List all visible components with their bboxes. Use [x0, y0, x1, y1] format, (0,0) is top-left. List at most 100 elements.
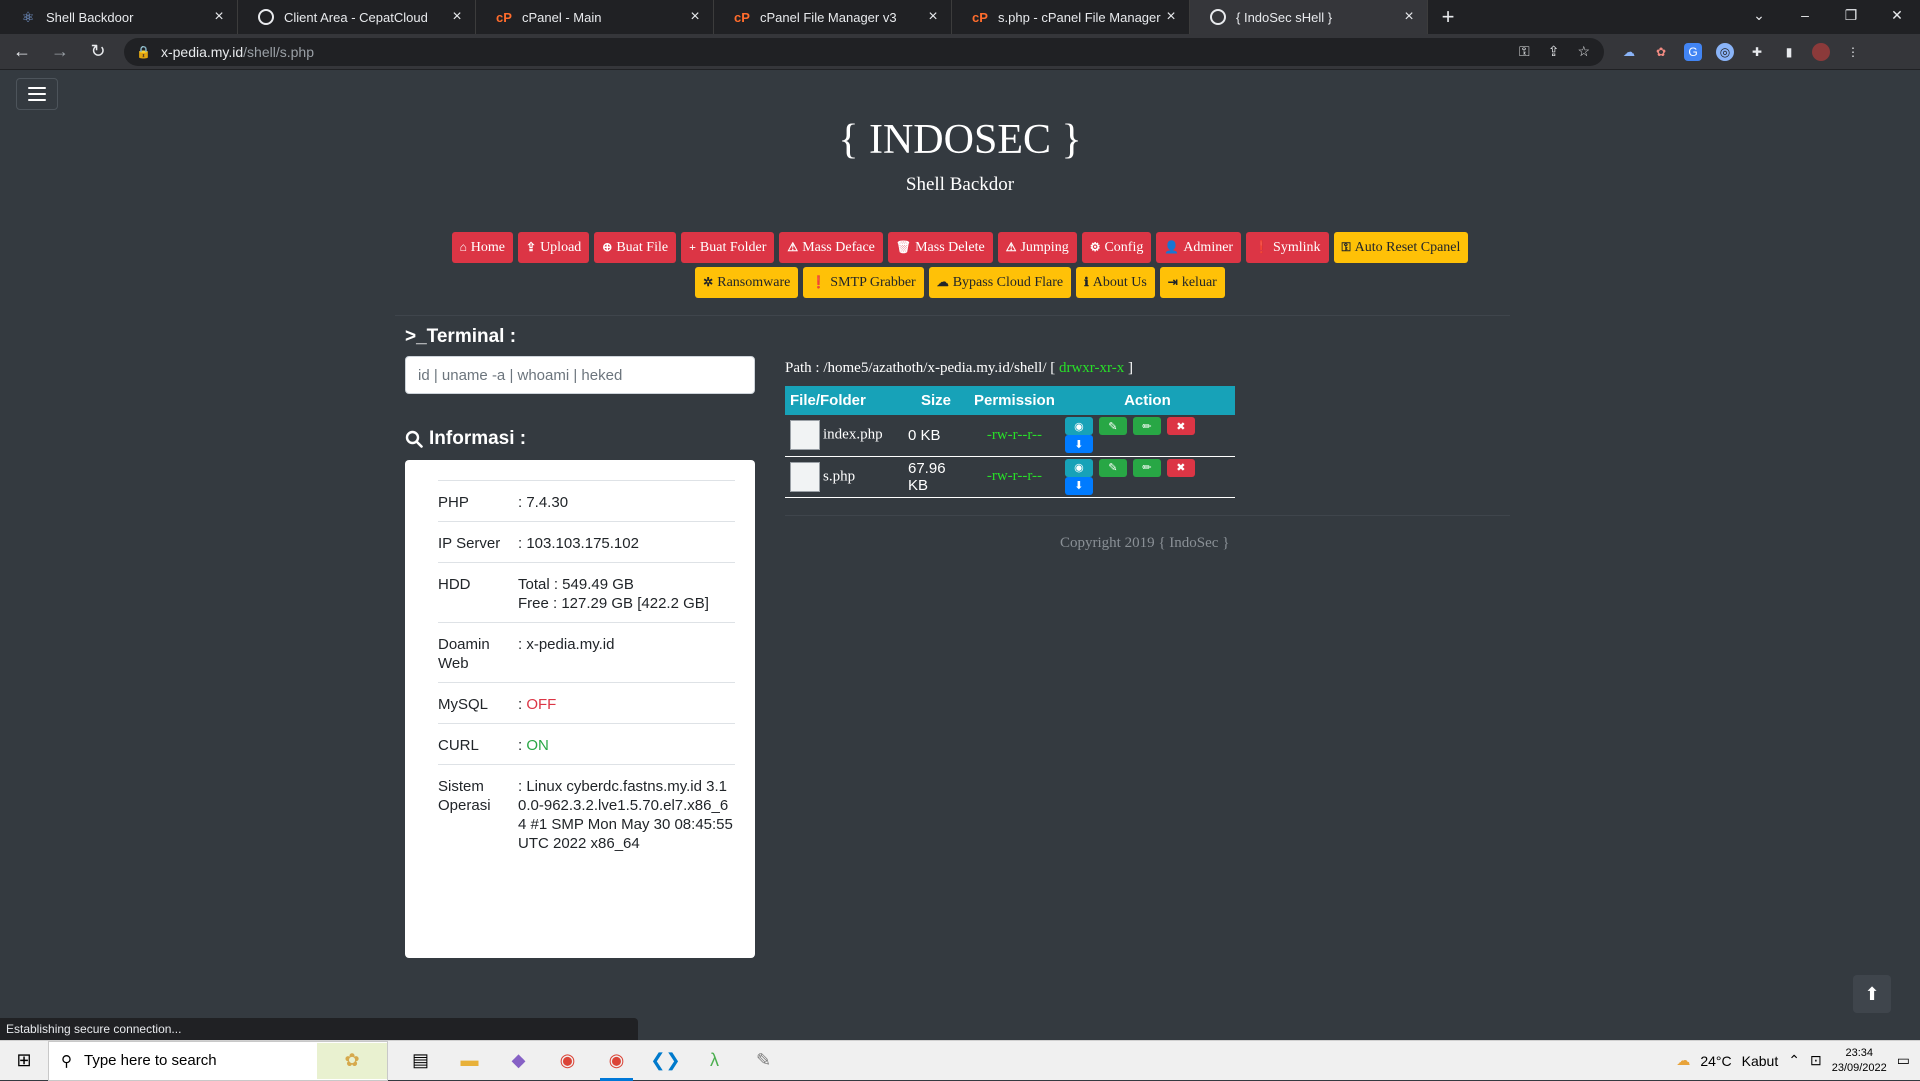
- warning-icon: ⚠: [1005, 240, 1017, 254]
- info-key: HDD: [438, 576, 471, 593]
- weather-desc[interactable]: Kabut: [1742, 1053, 1779, 1069]
- mass-delete-button[interactable]: 🗑 Mass Delete: [887, 232, 993, 263]
- chevron-up-icon[interactable]: ⌃: [1788, 1052, 1800, 1069]
- vscode-icon[interactable]: ❮❯: [641, 1041, 690, 1081]
- lock-icon[interactable]: 🔒: [136, 45, 151, 59]
- puzzle-icon[interactable]: ✚: [1748, 43, 1766, 61]
- star-icon[interactable]: ☆: [1577, 43, 1590, 60]
- minimize-icon[interactable]: –: [1782, 0, 1828, 30]
- close-icon[interactable]: ×: [1163, 8, 1179, 26]
- button-label: Adminer: [1183, 239, 1234, 255]
- app-tool-icon[interactable]: ✎: [739, 1041, 788, 1081]
- terminal-input[interactable]: [405, 356, 755, 394]
- rename-icon[interactable]: ✏: [1132, 458, 1161, 477]
- notification-icon[interactable]: ▭: [1897, 1052, 1910, 1069]
- file-name-cell[interactable]: s.php: [785, 456, 903, 498]
- browser-tab[interactable]: ⚛ Shell Backdoor ×: [0, 0, 238, 34]
- home-button[interactable]: ⌂ Home: [451, 232, 513, 263]
- clock[interactable]: 23:34 23/09/2022: [1832, 1046, 1887, 1076]
- view-icon[interactable]: ◉: [1064, 417, 1093, 436]
- bypass-cloudflare-button[interactable]: ☁ Bypass Cloud Flare: [928, 267, 1072, 298]
- edit-icon[interactable]: ✎: [1098, 458, 1127, 477]
- bug-icon: ✲: [703, 275, 714, 289]
- chrome-icon[interactable]: ◉: [543, 1041, 592, 1081]
- path-line: Path : /home5/azathoth/x-pedia.my.id/she…: [785, 360, 1133, 376]
- button-label: Home: [470, 239, 505, 255]
- browser-tab[interactable]: cP s.php - cPanel File Manager v3 ×: [952, 0, 1190, 34]
- download-icon[interactable]: ⬇: [1064, 476, 1093, 495]
- close-icon[interactable]: ×: [1401, 8, 1417, 26]
- close-icon[interactable]: ×: [449, 8, 465, 26]
- cloud-extension-icon[interactable]: ☁: [1620, 43, 1638, 61]
- arrow-up-icon: ⬆: [1864, 983, 1880, 1004]
- kebab-menu-icon[interactable]: ⋮: [1844, 43, 1862, 61]
- file-permission[interactable]: -rw-r--r--: [969, 415, 1060, 457]
- browser-tab[interactable]: cP cPanel File Manager v3 ×: [714, 0, 952, 34]
- close-icon[interactable]: ×: [925, 8, 941, 26]
- close-icon[interactable]: ×: [211, 8, 227, 26]
- plus-icon: +: [689, 240, 696, 254]
- about-us-button[interactable]: ℹ About Us: [1076, 267, 1155, 298]
- hamburger-menu-button[interactable]: [16, 78, 58, 110]
- file-permission[interactable]: -rw-r--r--: [969, 456, 1060, 498]
- close-window-icon[interactable]: ✕: [1874, 0, 1920, 30]
- browser-tab[interactable]: cP cPanel - Main ×: [476, 0, 714, 34]
- url-bar[interactable]: 🔒 x-pedia.my.id/shell/s.php ⚿ ⇪ ☆: [124, 37, 1604, 66]
- view-icon[interactable]: ◉: [1064, 458, 1093, 477]
- visual-studio-icon[interactable]: ◆: [494, 1041, 543, 1081]
- button-label: Bypass Cloud Flare: [952, 274, 1064, 290]
- path-value[interactable]: /home5/azathoth/x-pedia.my.id/shell/: [823, 360, 1046, 376]
- weather-temp[interactable]: 24°C: [1700, 1053, 1731, 1069]
- task-view-icon[interactable]: ▤: [396, 1041, 445, 1081]
- smtp-grabber-button[interactable]: ❗ SMTP Grabber: [803, 267, 924, 298]
- delete-icon[interactable]: ✖: [1166, 417, 1195, 436]
- chrome-profile-icon[interactable]: ◉: [592, 1041, 641, 1081]
- taskbar-search[interactable]: ⚲ Type here to search ✿: [48, 1040, 388, 1081]
- key-icon[interactable]: ⚿: [1519, 43, 1530, 60]
- file-explorer-icon[interactable]: ▬: [445, 1041, 494, 1081]
- file-name-cell[interactable]: index.php: [785, 415, 903, 457]
- circle-extension-icon[interactable]: ◎: [1716, 42, 1734, 61]
- info-row-domain: Doamin Web : x-pedia.my.id: [438, 622, 735, 682]
- auto-reset-cpanel-button[interactable]: ⚿ Auto Reset Cpanel: [1333, 232, 1469, 263]
- create-folder-button[interactable]: + Buat Folder: [681, 232, 775, 263]
- forward-icon[interactable]: →: [44, 36, 76, 68]
- logout-button[interactable]: ⇥ keluar: [1159, 267, 1225, 298]
- back-icon[interactable]: ←: [6, 36, 38, 68]
- share-icon[interactable]: ⇪: [1548, 43, 1560, 60]
- reload-icon[interactable]: ↻: [82, 36, 114, 68]
- button-label: Config: [1104, 239, 1144, 255]
- app-lambda-icon[interactable]: λ: [690, 1041, 739, 1081]
- browser-tab[interactable]: Client Area - CepatCloud ×: [238, 0, 476, 34]
- cookie-extension-icon[interactable]: ✿: [1652, 43, 1670, 61]
- translate-extension-icon[interactable]: G: [1684, 42, 1702, 61]
- upload-button[interactable]: ⇪ Upload: [518, 232, 590, 263]
- cpanel-icon: cP: [496, 9, 512, 25]
- file-name[interactable]: s.php: [823, 468, 855, 484]
- avatar[interactable]: [1812, 42, 1830, 61]
- scroll-to-top-button[interactable]: ⬆: [1853, 975, 1891, 1013]
- network-icon[interactable]: ⊡: [1810, 1052, 1822, 1069]
- browser-tab-active[interactable]: { IndoSec sHell } ×: [1190, 0, 1428, 34]
- file-name[interactable]: index.php: [823, 427, 883, 443]
- ransomware-button[interactable]: ✲ Ransomware: [695, 267, 799, 298]
- jumping-button[interactable]: ⚠ Jumping: [997, 232, 1077, 263]
- menu-row-1: ⌂ Home ⇪ Upload ⊕ Buat File + Buat Folder ⚠ M…: [0, 232, 1920, 263]
- rename-icon[interactable]: ✏: [1132, 417, 1161, 436]
- edit-icon[interactable]: ✎: [1098, 417, 1127, 436]
- window-controls: ⌄ – ❐ ✕: [1736, 0, 1920, 34]
- adminer-button[interactable]: 👤 Adminer: [1156, 232, 1242, 263]
- tab-search-icon[interactable]: ⌄: [1736, 0, 1782, 30]
- mass-deface-button[interactable]: ⚠ Mass Deface: [779, 232, 883, 263]
- create-file-button[interactable]: ⊕ Buat File: [594, 232, 677, 263]
- delete-icon[interactable]: ✖: [1166, 458, 1195, 477]
- windows-start-icon[interactable]: ⊞: [0, 1050, 48, 1071]
- close-icon[interactable]: ×: [687, 8, 703, 26]
- download-icon[interactable]: ⬇: [1064, 435, 1093, 454]
- symlink-button[interactable]: ❗ Symlink: [1246, 232, 1329, 263]
- config-button[interactable]: ⚙ Config: [1081, 232, 1152, 263]
- restore-icon[interactable]: ❐: [1828, 0, 1874, 30]
- info-value: : 103.103.175.102: [518, 535, 639, 552]
- new-tab-button[interactable]: +: [1428, 0, 1468, 34]
- side-panel-icon[interactable]: ▮: [1780, 43, 1798, 61]
